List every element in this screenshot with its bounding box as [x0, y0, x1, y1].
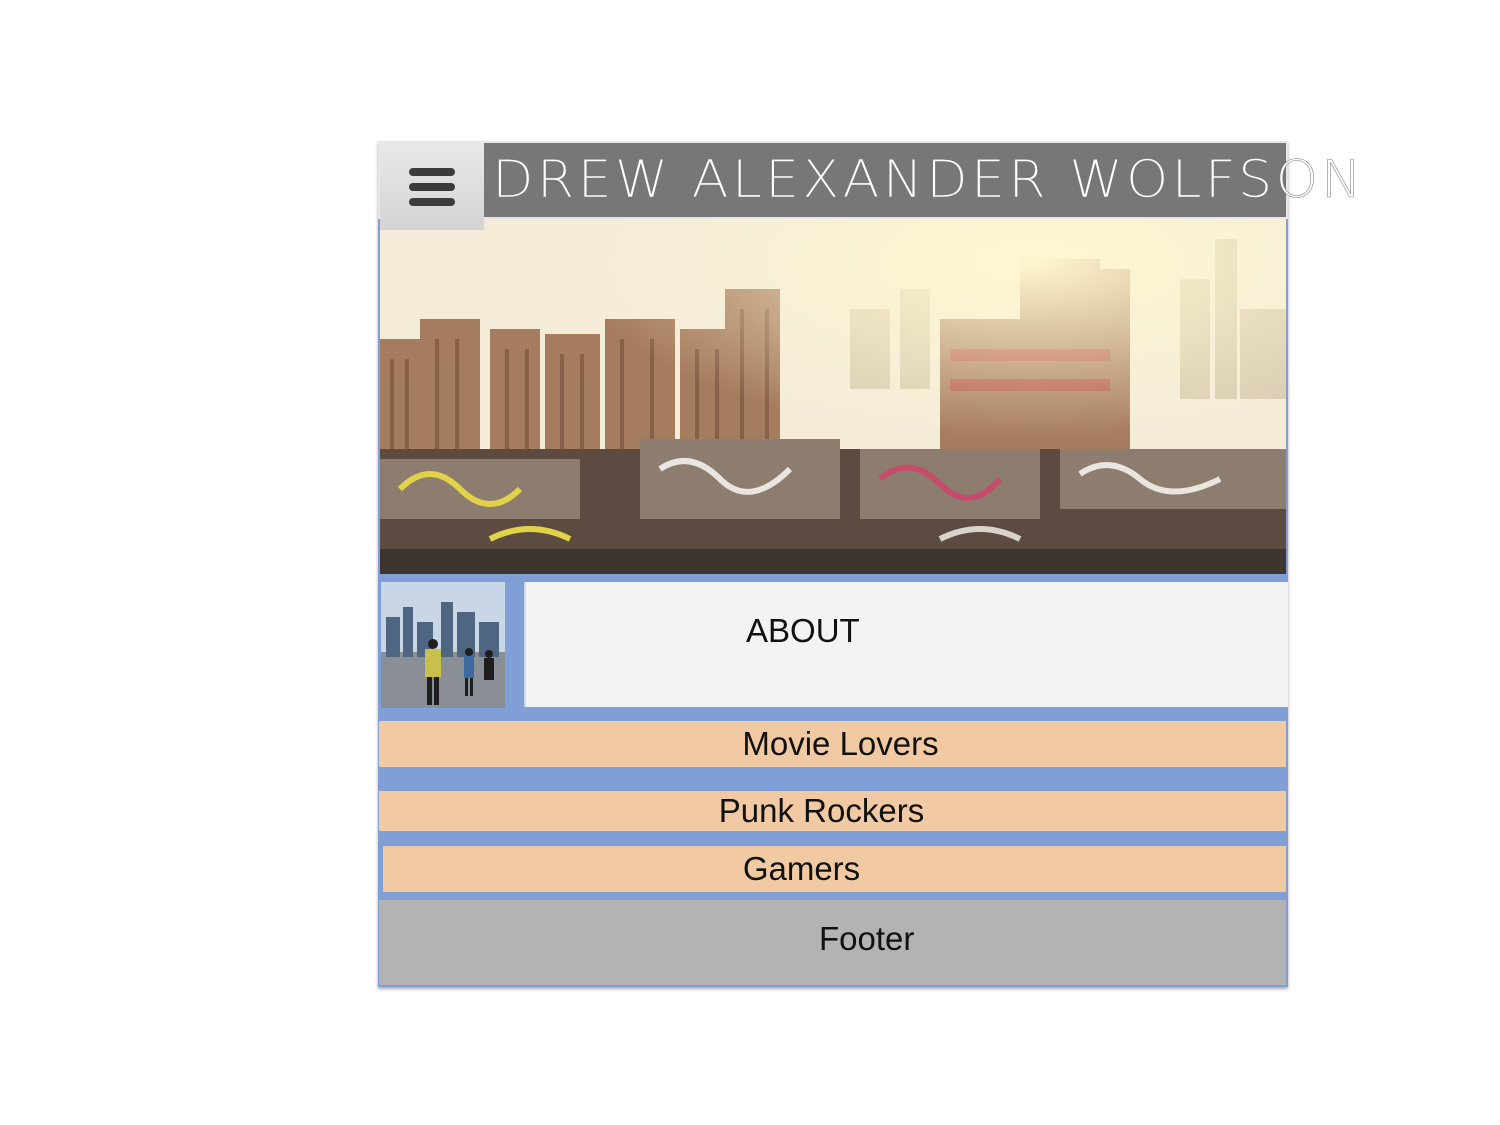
site-header: DREW ALEXANDER WOLFSON: [378, 141, 1362, 230]
nav-item-label: Movie Lovers: [742, 725, 939, 762]
site-title: DREW ALEXANDER WOLFSON: [492, 150, 1365, 211]
footer-label: Footer: [819, 920, 915, 957]
page-wireframe: DREW ALEXANDER WOLFSON ABOUT Movie Lover…: [378, 141, 1362, 987]
hero-image: [380, 219, 1286, 574]
about-label: ABOUT: [746, 612, 860, 649]
nav-item-gamers[interactable]: Gamers: [383, 846, 1286, 892]
title-bar: DREW ALEXANDER WOLFSON: [484, 143, 1362, 217]
site-footer: Footer: [379, 900, 1286, 985]
about-section[interactable]: ABOUT: [524, 582, 1288, 707]
city-skyline-graffiti-image: [380, 219, 1286, 574]
nav-item-label: Gamers: [742, 850, 861, 887]
nav-item-movie-lovers[interactable]: Movie Lovers: [379, 721, 1286, 767]
hamburger-menu-button[interactable]: [380, 143, 484, 230]
nav-item-label: Punk Rockers: [718, 792, 925, 829]
city-people-photo: [381, 582, 505, 708]
hamburger-menu-icon: [409, 167, 455, 206]
about-thumbnail[interactable]: [381, 582, 505, 708]
nav-item-punk-rockers[interactable]: Punk Rockers: [379, 791, 1286, 831]
